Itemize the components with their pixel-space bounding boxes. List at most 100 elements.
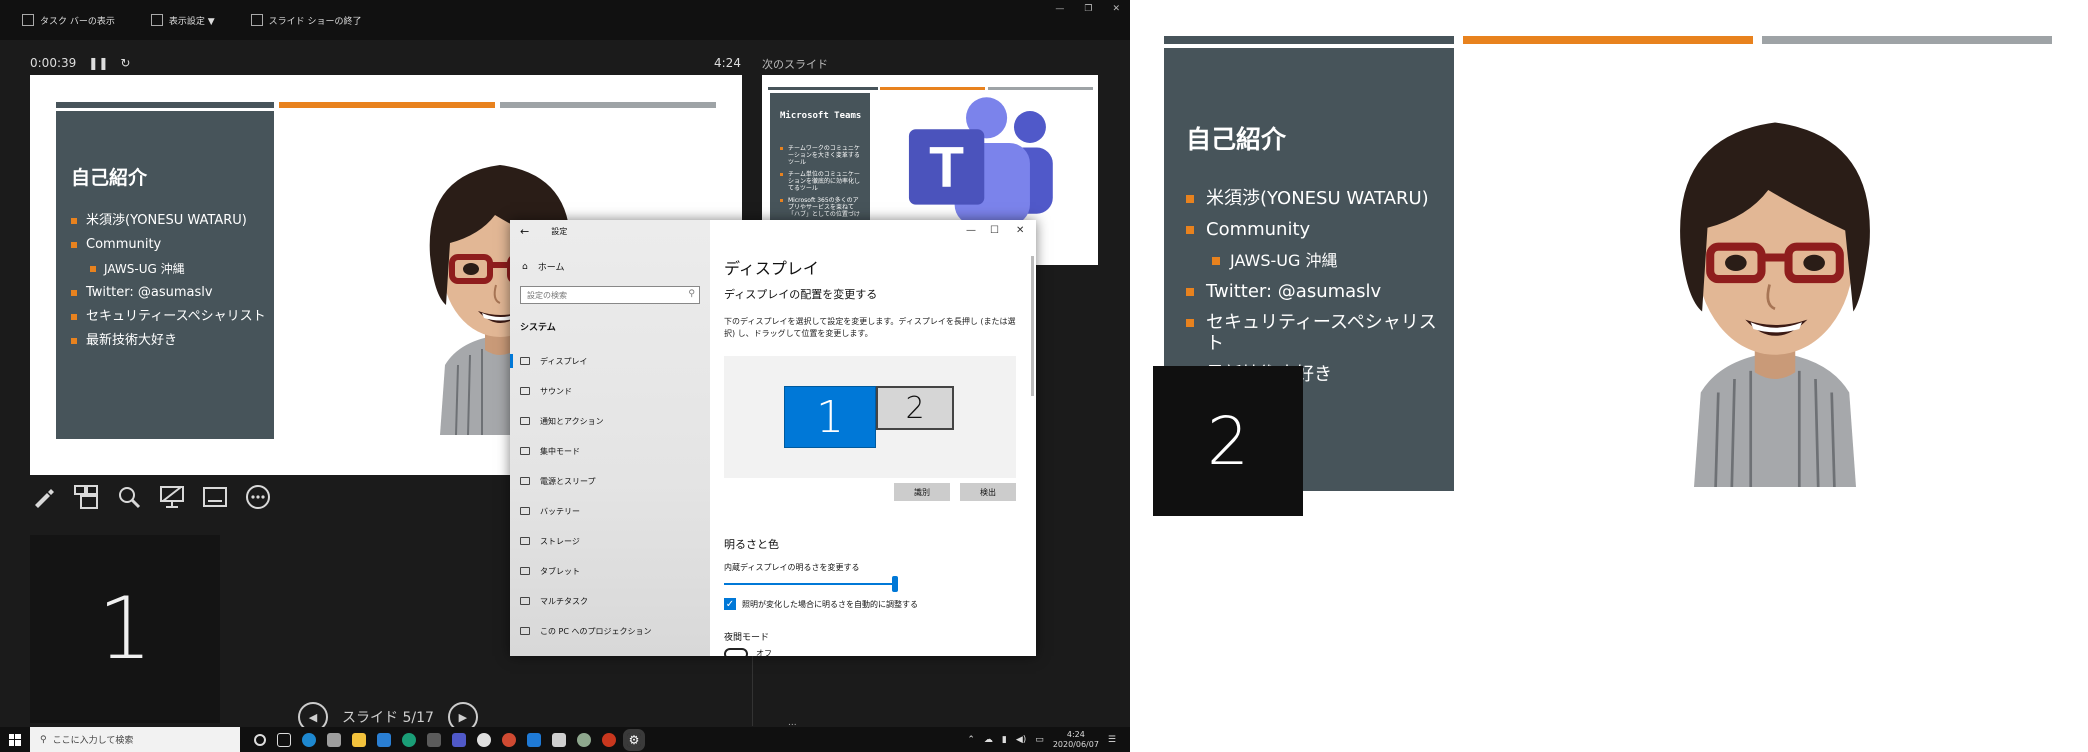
network-icon[interactable]: ▮	[1002, 735, 1007, 745]
accent-bar-orange	[1463, 36, 1753, 44]
nav-item-display[interactable]: ディスプレイ	[510, 346, 710, 376]
avatar-illustration	[1640, 82, 1910, 487]
multitask-icon	[520, 597, 530, 605]
chevron-right-icon: ▶	[458, 710, 468, 724]
start-button[interactable]	[0, 733, 30, 746]
settings-gear-icon[interactable]: ⚙	[623, 728, 645, 751]
home-link[interactable]: ⌂ ホーム	[522, 260, 565, 274]
bullet-item: Microsoft 365の多くのアプリやサービスを束ねて「ハブ」としての位置づ…	[778, 197, 864, 218]
nav-item-notifications[interactable]: 通知とアクション	[510, 406, 710, 436]
zoom-icon[interactable]	[116, 484, 142, 510]
subtitles-icon[interactable]	[202, 484, 228, 510]
bullet-item: セキュリティースペシャリスト	[68, 309, 268, 325]
current-time: 4:24	[714, 56, 741, 70]
brightness-slider-track[interactable]	[724, 583, 895, 585]
end-slideshow-button[interactable]: スライド ショーの終了	[250, 14, 362, 27]
terminal-icon[interactable]	[427, 732, 441, 747]
restore-icon[interactable]: ❐	[1084, 4, 1092, 14]
bullet-list: 米須渉(YONESU WATARU) Community JAWS-UG 沖縄 …	[68, 213, 268, 357]
store-icon[interactable]	[327, 732, 341, 747]
taskbar-apps: ⚙	[254, 728, 645, 751]
nav-item-storage[interactable]: ストレージ	[510, 526, 710, 556]
battery-tray-icon[interactable]: ▭	[1035, 735, 1044, 745]
sound-icon	[520, 387, 530, 395]
display-settings-button[interactable]: 表示設定 ▼	[150, 14, 215, 27]
minimize-icon[interactable]: —	[1055, 4, 1064, 14]
nav-item-focus[interactable]: 集中モード	[510, 436, 710, 466]
edge-chromium-icon[interactable]	[402, 732, 416, 747]
taskbar-date: 2020/06/07	[1052, 740, 1099, 749]
search-placeholder: 設定の検索	[527, 290, 567, 300]
end-show-icon	[250, 14, 263, 26]
file-explorer-icon[interactable]	[352, 732, 366, 747]
taskbar-icon	[22, 14, 34, 26]
home-icon: ⌂	[522, 261, 528, 272]
next-slide-bullets: チームワークのコミュニケーションを大きく変革するツール チーム単位のコミュニケー…	[778, 145, 864, 223]
nav-item-tablet[interactable]: タブレット	[510, 556, 710, 586]
nav-item-multitasking[interactable]: マルチタスク	[510, 586, 710, 616]
pen-icon[interactable]	[30, 484, 56, 510]
nav-item-sound[interactable]: サウンド	[510, 376, 710, 406]
bullet-item: 最新技術大好き	[68, 333, 268, 349]
see-all-slides-icon[interactable]	[73, 484, 99, 510]
task-view-icon[interactable]	[277, 732, 291, 747]
settings-search-input[interactable]: 設定の検索 ⚲	[520, 286, 700, 304]
bullet-subitem: JAWS-UG 沖縄	[1182, 250, 1452, 271]
home-label: ホーム	[537, 263, 565, 273]
chevron-up-icon[interactable]: ⌃	[967, 735, 975, 745]
bullet-subitem: JAWS-UG 沖縄	[68, 261, 268, 277]
nav-label: サウンド	[540, 386, 572, 396]
bullet-item: チーム単位のコミュニケーションを徹底的に効率化してるツール	[778, 171, 864, 192]
cortana-icon[interactable]	[254, 733, 266, 746]
app-icon[interactable]	[577, 732, 591, 747]
brightness-slider-thumb[interactable]	[892, 576, 898, 592]
moon-icon	[520, 447, 530, 455]
monitor-identify-1: 1	[30, 535, 220, 723]
more-options-icon[interactable]	[245, 484, 271, 510]
display-2-tile[interactable]: 2	[876, 386, 954, 430]
settings-nav: ディスプレイ サウンド 通知とアクション 集中モード 電源とスリープ バッテリー…	[510, 346, 710, 646]
windows-taskbar: ⚲ ここに入力して検索 ⚙ ⌃ ☁ ▮ ◀) ▭ 4:24 2020/06/07…	[0, 727, 1130, 752]
edge-icon[interactable]	[302, 732, 316, 747]
bullet-item: チームワークのコミュニケーションを大きく変革するツール	[778, 145, 864, 166]
calendar-icon[interactable]	[377, 732, 391, 747]
pause-icon[interactable]: ❚❚	[88, 56, 108, 70]
restart-timer-icon[interactable]: ↻	[120, 56, 130, 70]
auto-brightness-checkbox[interactable]: ✓ 照明が変化した場合に明るさを自動的に調整する	[724, 598, 918, 610]
windows-logo-icon	[9, 733, 21, 746]
page-title: ディスプレイ	[724, 259, 819, 278]
close-icon[interactable]: ✕	[1112, 4, 1120, 14]
display-1-tile[interactable]: 1	[784, 386, 876, 448]
volume-icon[interactable]: ◀)	[1016, 735, 1026, 745]
vscode-icon[interactable]	[527, 732, 541, 747]
night-mode-toggle[interactable]	[724, 648, 748, 656]
scrollbar[interactable]	[1031, 256, 1034, 396]
presenter-toolbar: タスク バーの表示 表示設定 ▼ スライド ショーの終了 — ❐ ✕	[0, 0, 1130, 40]
nav-item-battery[interactable]: バッテリー	[510, 496, 710, 526]
show-taskbar-button[interactable]: タスク バーの表示	[22, 14, 115, 27]
package-icon[interactable]	[552, 732, 566, 747]
back-arrow-icon[interactable]: ←	[520, 225, 529, 238]
settings-window: ← 設定 — ☐ ✕ ⌂ ホーム 設定の検索 ⚲ システム ディスプレイ サウン…	[510, 220, 1036, 656]
nav-item-projection[interactable]: この PC へのプロジェクション	[510, 616, 710, 646]
identify-button[interactable]: 識別	[894, 483, 950, 501]
nav-label: ディスプレイ	[540, 356, 588, 366]
detect-button[interactable]: 検出	[960, 483, 1016, 501]
taskbar-clock[interactable]: 4:24 2020/06/07	[1053, 730, 1099, 750]
nav-label: 通知とアクション	[540, 416, 604, 426]
black-screen-icon[interactable]	[159, 484, 185, 510]
cloud-icon[interactable]: ☁	[984, 735, 993, 745]
action-center-icon[interactable]: ☰	[1108, 735, 1116, 745]
chrome-canary-icon[interactable]	[502, 732, 516, 747]
nav-item-power[interactable]: 電源とスリープ	[510, 466, 710, 496]
slide-counter: スライド 5/17	[342, 710, 434, 726]
bullet-item: 米須渉(YONESU WATARU)	[68, 213, 268, 229]
next-slide-label: 次のスライド	[762, 58, 828, 71]
powerpoint-icon[interactable]	[602, 732, 616, 747]
bullet-item: セキュリティースペシャリスト	[1182, 312, 1452, 354]
chrome-icon[interactable]	[477, 732, 491, 747]
notification-icon	[520, 417, 530, 425]
teams-icon[interactable]	[452, 732, 466, 747]
taskbar-search[interactable]: ⚲ ここに入力して検索	[30, 727, 240, 752]
next-slide-title: Microsoft Teams	[780, 111, 862, 121]
